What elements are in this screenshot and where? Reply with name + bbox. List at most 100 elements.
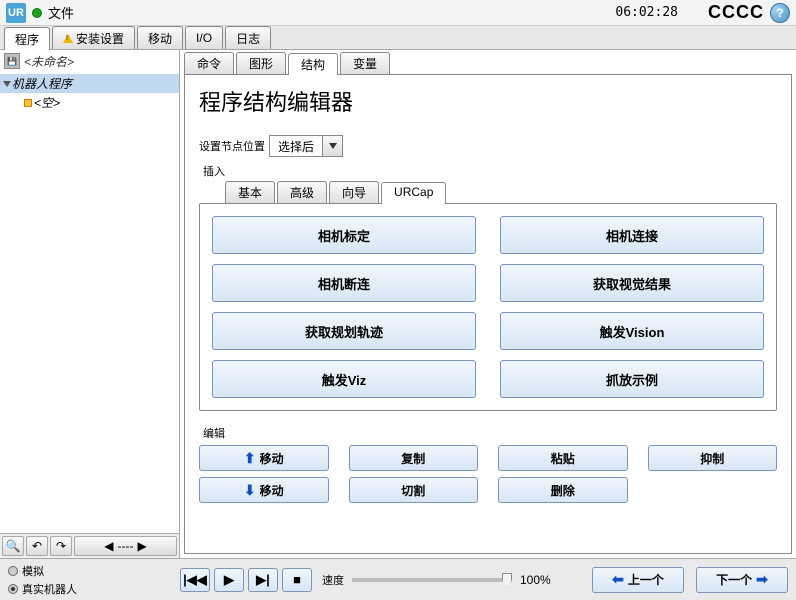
radio-icon [8, 584, 18, 594]
node-icon [24, 99, 32, 107]
playback-controls: |◀◀ ▶ ▶| ■ 速度 100% [180, 568, 592, 592]
arrow-down-icon: ⬇ [244, 482, 256, 499]
help-icon[interactable]: ? [770, 3, 790, 23]
btn-prev-label: 上一个 [628, 571, 664, 588]
tree-root-node[interactable]: 机器人程序 [0, 74, 179, 93]
edit-label: 编辑 [203, 425, 777, 441]
sim-mode-group: 模拟 真实机器人 [8, 563, 180, 597]
btn-prev[interactable]: ⬅上一个 [592, 567, 684, 593]
editor-body: 程序结构编辑器 设置节点位置 选择后 插入 基本 高级 向导 URCap 相机标… [184, 74, 792, 554]
btn-paste[interactable]: 粘贴 [498, 445, 628, 471]
editor-tab-bar: 命令 图形 结构 变量 [184, 52, 792, 74]
btn-delete[interactable]: 删除 [498, 477, 628, 503]
program-tree-panel: 💾 <未命名> 机器人程序 <空> 🔍 ↶ ↷ ◀ ---- ▶ [0, 50, 180, 558]
btn-rewind[interactable]: |◀◀ [180, 568, 210, 592]
insert-tab-wizard[interactable]: 向导 [329, 181, 379, 203]
radio-sim[interactable]: 模拟 [8, 563, 180, 579]
node-position-value: 选择后 [270, 136, 322, 156]
btn-camera-connect[interactable]: 相机连接 [500, 216, 764, 254]
slider-right-icon: ▶ [137, 539, 146, 553]
editor-title: 程序结构编辑器 [199, 85, 777, 117]
btn-move-up-label: 移动 [260, 450, 284, 467]
speed-value: 100% [520, 573, 551, 587]
arrow-up-icon: ⬆ [244, 450, 256, 467]
tree-empty-node[interactable]: <空> [0, 93, 179, 112]
insert-label: 插入 [203, 163, 777, 179]
node-position-label: 设置节点位置 [199, 138, 265, 154]
tree-toolbar: 🔍 ↶ ↷ ◀ ---- ▶ [0, 533, 179, 558]
btn-camera-disconnect[interactable]: 相机断连 [212, 264, 476, 302]
insert-tab-basic[interactable]: 基本 [225, 181, 275, 203]
slider-left-icon: ◀ [104, 539, 113, 553]
status-dot-icon [32, 8, 42, 18]
insert-button-panel: 相机标定 相机连接 相机断连 获取视觉结果 获取规划轨迹 触发Vision 触发… [199, 203, 777, 411]
node-position-row: 设置节点位置 选择后 [199, 135, 777, 157]
clock: 06:02:28 [615, 5, 678, 20]
btn-pick-place-example[interactable]: 抓放示例 [500, 360, 764, 398]
btn-move-down-label: 移动 [260, 482, 284, 499]
title-bar: UR 文件 06:02:28 CCCC ? [0, 0, 796, 26]
tab-structure[interactable]: 结构 [288, 53, 338, 75]
status-text: CCCC [708, 2, 764, 23]
ur-logo: UR [6, 3, 26, 23]
warning-icon [63, 34, 73, 43]
chevron-down-icon [329, 143, 337, 149]
arrow-right-icon: ➡ [756, 571, 768, 588]
redo-button[interactable]: ↷ [50, 536, 72, 556]
expand-icon[interactable] [3, 81, 11, 87]
radio-real-label: 真实机器人 [22, 581, 77, 597]
file-menu[interactable]: 文件 [48, 3, 74, 22]
node-position-select[interactable]: 选择后 [269, 135, 343, 157]
radio-sim-label: 模拟 [22, 563, 44, 579]
btn-trigger-vision[interactable]: 触发Vision [500, 312, 764, 350]
tree-header: 💾 <未命名> [0, 50, 179, 72]
speed-label: 速度 [322, 572, 344, 588]
tab-graphic[interactable]: 图形 [236, 52, 286, 74]
undo-button[interactable]: ↶ [26, 536, 48, 556]
tab-move[interactable]: 移动 [137, 26, 183, 49]
btn-suppress[interactable]: 抑制 [648, 445, 778, 471]
btn-get-vision-result[interactable]: 获取视觉结果 [500, 264, 764, 302]
btn-move-down[interactable]: ⬇移动 [199, 477, 329, 503]
speed-slider[interactable] [352, 578, 512, 582]
document-title: <未命名> [24, 53, 74, 70]
btn-next-label: 下一个 [716, 571, 752, 588]
bottom-bar: 模拟 真实机器人 |◀◀ ▶ ▶| ■ 速度 100% ⬅上一个 下一个➡ [0, 558, 796, 600]
program-tree[interactable]: 机器人程序 <空> [0, 72, 179, 533]
edit-button-panel: ⬆移动 复制 粘贴 抑制 ⬇移动 切割 删除 [199, 445, 777, 503]
tab-program[interactable]: 程序 [4, 27, 50, 50]
step-slider[interactable]: ◀ ---- ▶ [74, 536, 177, 556]
insert-tab-advanced[interactable]: 高级 [277, 181, 327, 203]
tab-variable[interactable]: 变量 [340, 52, 390, 74]
radio-icon [8, 566, 18, 576]
arrow-left-icon: ⬅ [612, 571, 624, 588]
dropdown-button[interactable] [322, 136, 342, 156]
btn-trigger-viz[interactable]: 触发Viz [212, 360, 476, 398]
work-area: 💾 <未命名> 机器人程序 <空> 🔍 ↶ ↷ ◀ ---- ▶ [0, 50, 796, 558]
btn-next[interactable]: 下一个➡ [696, 567, 788, 593]
btn-stop[interactable]: ■ [282, 568, 312, 592]
editor-panel: 命令 图形 结构 变量 程序结构编辑器 设置节点位置 选择后 插入 基本 高级 … [180, 50, 796, 558]
slider-thumb-icon[interactable] [502, 573, 512, 587]
tree-empty-label: <空> [34, 94, 60, 111]
btn-move-up[interactable]: ⬆移动 [199, 445, 329, 471]
tab-installation-label: 安装设置 [76, 30, 124, 47]
insert-tab-bar: 基本 高级 向导 URCap [199, 181, 777, 203]
btn-copy[interactable]: 复制 [349, 445, 479, 471]
main-tab-bar: 程序 安装设置 移动 I/O 日志 [0, 26, 796, 50]
tab-log[interactable]: 日志 [225, 26, 271, 49]
btn-get-plan-trajectory[interactable]: 获取规划轨迹 [212, 312, 476, 350]
tab-command[interactable]: 命令 [184, 52, 234, 74]
btn-step[interactable]: ▶| [248, 568, 278, 592]
tab-io[interactable]: I/O [185, 26, 223, 49]
btn-cut[interactable]: 切割 [349, 477, 479, 503]
insert-tab-urcap[interactable]: URCap [381, 182, 446, 204]
save-icon[interactable]: 💾 [4, 53, 20, 69]
slider-track: ---- [118, 539, 134, 553]
tab-installation[interactable]: 安装设置 [52, 26, 135, 49]
search-button[interactable]: 🔍 [2, 536, 24, 556]
tree-root-label: 机器人程序 [12, 75, 72, 92]
radio-real[interactable]: 真实机器人 [8, 581, 180, 597]
btn-camera-calibrate[interactable]: 相机标定 [212, 216, 476, 254]
btn-play[interactable]: ▶ [214, 568, 244, 592]
